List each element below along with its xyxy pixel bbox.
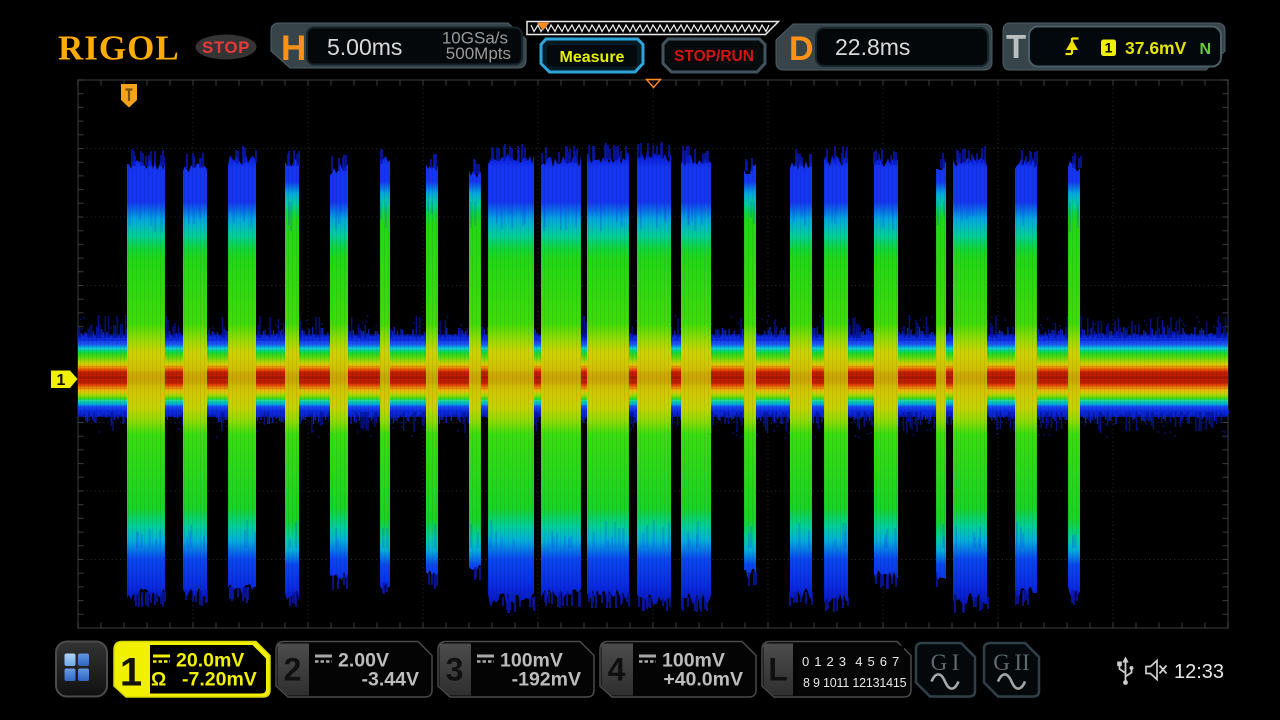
svg-text:+40.0mV: +40.0mV: [663, 669, 743, 691]
svg-text:1: 1: [120, 651, 142, 695]
svg-text:22.8ms: 22.8ms: [835, 34, 910, 60]
svg-text:12:33: 12:33: [1174, 661, 1224, 683]
svg-text:500Mpts: 500Mpts: [446, 44, 511, 63]
svg-text:1: 1: [57, 372, 66, 389]
svg-text:Measure: Measure: [560, 49, 625, 66]
svg-text:1: 1: [1105, 40, 1113, 56]
svg-text:T: T: [1006, 28, 1026, 65]
svg-text:L: L: [768, 652, 788, 688]
svg-text:STOP: STOP: [202, 38, 250, 57]
svg-text:H: H: [281, 29, 306, 68]
svg-text:0 1 2 3 4 5 6 7: 0 1 2 3 4 5 6 7: [802, 654, 900, 669]
svg-text:2: 2: [284, 652, 302, 688]
svg-text:Ω: Ω: [151, 670, 166, 691]
svg-text:37.6mV: 37.6mV: [1125, 38, 1187, 58]
svg-text:G I: G I: [931, 650, 960, 675]
svg-text:4: 4: [608, 652, 626, 688]
svg-text:-192mV: -192mV: [512, 669, 581, 691]
svg-text:RIGOL: RIGOL: [58, 29, 180, 68]
svg-text:3: 3: [446, 652, 464, 688]
svg-text:8 9 1011 12131415: 8 9 1011 12131415: [803, 676, 907, 690]
svg-text:-3.44V: -3.44V: [362, 669, 419, 691]
svg-text:D: D: [789, 30, 814, 68]
svg-text:G II: G II: [993, 650, 1030, 675]
svg-text:STOP/RUN: STOP/RUN: [674, 48, 754, 65]
svg-text:5.00ms: 5.00ms: [327, 34, 402, 60]
svg-text:N: N: [1200, 41, 1212, 58]
svg-text:-7.20mV: -7.20mV: [182, 669, 257, 691]
